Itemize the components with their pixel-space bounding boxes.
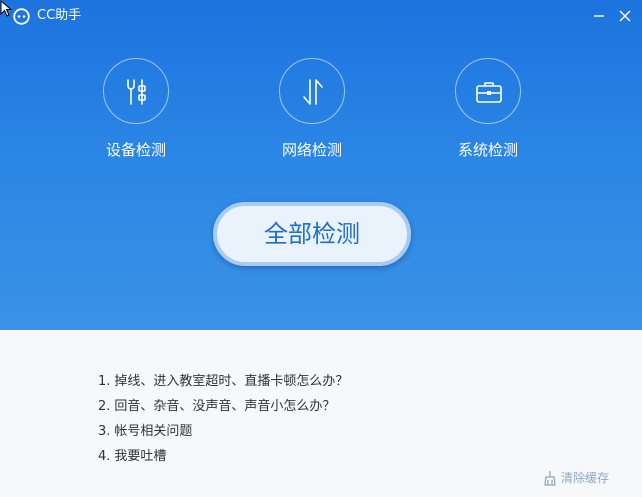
toolbox-icon (476, 82, 502, 103)
header-panel: CC助手 设备检测 网络检测 系统检测 全部检测 (0, 0, 642, 330)
faq-number: 2. (98, 399, 111, 414)
faq-text: 帐号相关问题 (114, 424, 193, 439)
faq-item-audio[interactable]: 2. 回音、杂音、没声音、声音小怎么办？ (98, 397, 348, 422)
system-check-label[interactable]: 系统检测 (418, 140, 558, 160)
faq-number: 1. (98, 374, 111, 389)
close-button[interactable] (613, 4, 637, 28)
network-check-tool[interactable]: 网络检测 (242, 58, 382, 168)
faq-list: 1. 掉线、进入教室超时、直播卡顿怎么办？ 2. 回音、杂音、没声音、声音小怎么办？… (98, 372, 348, 472)
minimize-icon (594, 15, 604, 17)
faq-item-feedback[interactable]: 4. 我要吐槽 (98, 447, 348, 472)
faq-number: 4. (98, 449, 111, 464)
network-check-label[interactable]: 网络检测 (242, 140, 382, 160)
system-check-tool[interactable]: 系统检测 (418, 58, 558, 168)
faq-item-disconnect[interactable]: 1. 掉线、进入教室超时、直播卡顿怎么办？ (98, 372, 348, 397)
faq-text: 我要吐槽 (114, 449, 167, 464)
network-arrows-icon (303, 79, 323, 105)
app-title: CC助手 (37, 8, 82, 23)
full-check-button[interactable]: 全部检测 (213, 202, 411, 266)
title-bar[interactable]: CC助手 (0, 0, 642, 32)
broom-icon (544, 471, 556, 486)
wrench-settings-icon (127, 79, 146, 105)
device-check-icon-circle[interactable] (103, 58, 169, 124)
system-check-icon-circle[interactable] (455, 58, 521, 124)
device-check-tool[interactable]: 设备检测 (66, 58, 206, 168)
faq-text: 掉线、进入教室超时、直播卡顿怎么办？ (114, 374, 349, 389)
faq-item-account[interactable]: 3. 帐号相关问题 (98, 422, 348, 447)
network-check-icon-circle[interactable] (279, 58, 345, 124)
minimize-button[interactable] (587, 4, 611, 28)
device-check-label[interactable]: 设备检测 (66, 140, 206, 160)
clear-cache-label: 清除缓存 (561, 471, 610, 485)
close-icon (619, 10, 631, 22)
faq-text: 回音、杂音、没声音、声音小怎么办？ (114, 399, 336, 414)
app-logo-icon (13, 8, 30, 25)
mouse-cursor-icon (0, 0, 13, 17)
faq-number: 3. (98, 424, 111, 439)
cc-assistant-window: CC助手 设备检测 网络检测 系统检测 全部检测 1. 掉线、进入教室超时、直播… (0, 0, 642, 497)
